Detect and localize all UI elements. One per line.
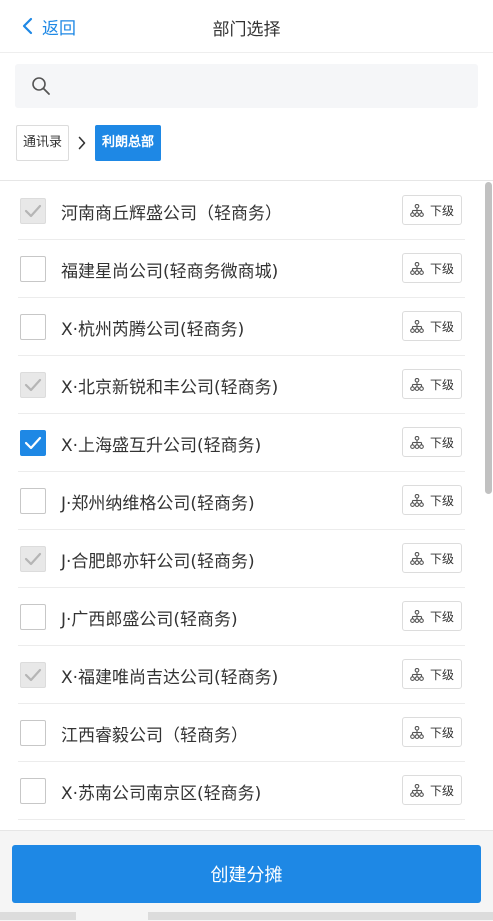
search-icon <box>32 77 50 95</box>
chevron-right-icon <box>78 136 86 150</box>
org-tree-icon <box>410 783 424 797</box>
org-tree-icon <box>410 435 424 449</box>
sub-department-label: 下级 <box>429 261 454 276</box>
scrollbar[interactable] <box>485 182 493 830</box>
sub-department-button[interactable]: 下级 <box>402 485 462 515</box>
check-icon <box>24 552 42 566</box>
department-name: X·上海盛互升公司(轻商务) <box>61 436 262 456</box>
department-checkbox <box>20 546 46 572</box>
bottom-bar-segment <box>76 912 148 920</box>
header-bar: 返回 部门选择 <box>0 0 493 53</box>
department-row[interactable]: J·郑州纳维格公司(轻商务) 下级 <box>0 472 483 530</box>
sub-department-label: 下级 <box>429 493 454 508</box>
sub-department-button[interactable]: 下级 <box>402 543 462 573</box>
department-name: X·北京新锐和丰公司(轻商务) <box>61 378 279 398</box>
sub-department-label: 下级 <box>429 667 454 682</box>
department-name: X·苏南公司南京区(轻商务) <box>61 784 262 804</box>
sub-department-button[interactable]: 下级 <box>402 427 462 457</box>
sub-department-button[interactable]: 下级 <box>402 659 462 689</box>
department-name: 福建星尚公司(轻商务微商城) <box>61 262 279 282</box>
department-row[interactable]: X·苏南公司南京区(轻商务) 下级 <box>0 762 483 820</box>
department-checkbox[interactable] <box>20 430 46 456</box>
breadcrumb-item-contacts[interactable]: 通讯录 <box>16 125 70 161</box>
department-row[interactable]: 河南商丘辉盛公司（轻商务） 下级 <box>0 182 483 240</box>
sub-department-button[interactable]: 下级 <box>402 311 462 341</box>
check-icon <box>24 204 42 218</box>
sub-department-label: 下级 <box>429 609 454 624</box>
check-icon <box>24 668 42 682</box>
create-allocation-button[interactable]: 创建分摊 <box>12 845 481 903</box>
department-row[interactable]: X·上海盛互升公司(轻商务) 下级 <box>0 414 483 472</box>
department-checkbox[interactable] <box>20 778 46 804</box>
scrollbar-thumb[interactable] <box>485 182 492 494</box>
department-name: J·合肥郎亦轩公司(轻商务) <box>61 552 255 572</box>
breadcrumb-item-current: 利朗总部 <box>95 125 162 161</box>
org-tree-icon <box>410 261 424 275</box>
page-title: 部门选择 <box>212 20 281 40</box>
department-row[interactable]: J·合肥郎亦轩公司(轻商务) 下级 <box>0 530 483 588</box>
department-name: X·杭州芮腾公司(轻商务) <box>61 320 245 340</box>
department-row[interactable]: X·北京新锐和丰公司(轻商务) 下级 <box>0 356 483 414</box>
department-checkbox <box>20 372 46 398</box>
department-name: 河南商丘辉盛公司（轻商务） <box>61 204 282 224</box>
department-name: J·广西郎盛公司(轻商务) <box>61 610 238 630</box>
divider <box>0 180 493 181</box>
sub-department-label: 下级 <box>429 551 454 566</box>
sub-department-label: 下级 <box>429 203 454 218</box>
search-input[interactable] <box>59 64 473 110</box>
department-list[interactable]: 河南商丘辉盛公司（轻商务） 下级 福建星尚公司(轻商务微商城) 下级 X·杭州芮腾公司(… <box>0 182 483 830</box>
org-tree-icon <box>410 493 424 507</box>
department-checkbox[interactable] <box>20 720 46 746</box>
department-row[interactable]: J·广西郎盛公司(轻商务) 下级 <box>0 588 483 646</box>
department-name: J·郑州纳维格公司(轻商务) <box>61 494 255 514</box>
org-tree-icon <box>410 667 424 681</box>
department-name: X·福建唯尚吉达公司(轻商务) <box>61 668 279 688</box>
check-icon <box>24 378 42 392</box>
row-divider <box>18 819 465 820</box>
department-row[interactable]: X·福建唯尚吉达公司(轻商务) 下级 <box>0 646 483 704</box>
sub-department-button[interactable]: 下级 <box>402 717 462 747</box>
department-checkbox <box>20 662 46 688</box>
check-icon <box>24 436 42 450</box>
org-tree-icon <box>410 551 424 565</box>
department-checkbox[interactable] <box>20 488 46 514</box>
sub-department-label: 下级 <box>429 725 454 740</box>
department-checkbox[interactable] <box>20 314 46 340</box>
search-box <box>15 64 478 110</box>
department-checkbox <box>20 198 46 224</box>
org-tree-icon <box>410 319 424 333</box>
bottom-bar <box>0 912 493 920</box>
breadcrumb: 通讯录 利朗总部 <box>16 125 162 161</box>
department-row[interactable]: X·杭州芮腾公司(轻商务) 下级 <box>0 298 483 356</box>
sub-department-button[interactable]: 下级 <box>402 369 462 399</box>
department-checkbox[interactable] <box>20 604 46 630</box>
org-tree-icon <box>410 203 424 217</box>
org-tree-icon <box>410 377 424 391</box>
sub-department-label: 下级 <box>429 319 454 334</box>
sub-department-button[interactable]: 下级 <box>402 195 462 225</box>
department-row[interactable]: 江西睿毅公司（轻商务） 下级 <box>0 704 483 762</box>
sub-department-label: 下级 <box>429 377 454 392</box>
department-name: 江西睿毅公司（轻商务） <box>61 726 248 746</box>
sub-department-button[interactable]: 下级 <box>402 601 462 631</box>
sub-department-button[interactable]: 下级 <box>402 253 462 283</box>
org-tree-icon <box>410 725 424 739</box>
department-row[interactable]: 福建星尚公司(轻商务微商城) 下级 <box>0 240 483 298</box>
org-tree-icon <box>410 609 424 623</box>
department-checkbox[interactable] <box>20 256 46 282</box>
sub-department-label: 下级 <box>429 783 454 798</box>
sub-department-label: 下级 <box>429 435 454 450</box>
sub-department-button[interactable]: 下级 <box>402 775 462 805</box>
